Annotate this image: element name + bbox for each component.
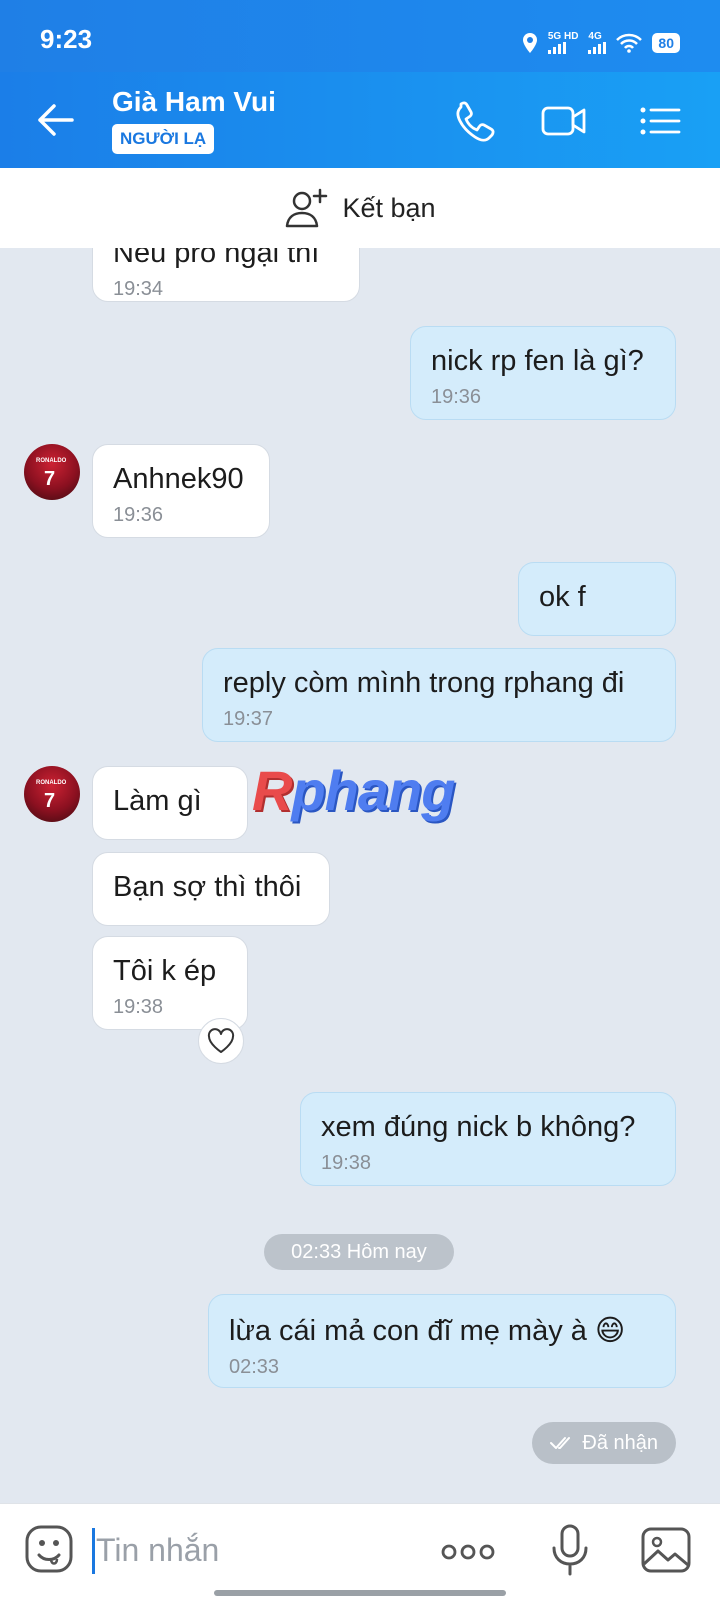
message-time: 19:36 <box>113 504 164 526</box>
emoji-icon[interactable] <box>24 1524 74 1574</box>
mic-icon[interactable] <box>548 1524 592 1576</box>
status-time: 9:23 <box>40 24 93 54</box>
add-friend-bar[interactable]: Kết bạn <box>0 168 720 248</box>
reaction-button[interactable] <box>198 1018 244 1064</box>
gallery-icon[interactable] <box>640 1526 692 1574</box>
chat-header: Già Ham Vui NGƯỜI LẠ <box>0 72 720 168</box>
phone-icon[interactable] <box>450 98 498 144</box>
message-time: 02:33 <box>229 1356 280 1378</box>
avatar[interactable]: RONALDO 7 <box>24 444 80 500</box>
signal-4g: 4G <box>588 32 607 54</box>
date-separator: 02:33 Hôm nay <box>264 1234 454 1270</box>
battery-indicator: 80 <box>652 33 680 53</box>
message-time: 19:34 <box>113 278 164 300</box>
message-time: 19:38 <box>321 1152 372 1174</box>
text-caret <box>92 1528 95 1574</box>
message-text: Anhnek90 <box>113 463 244 495</box>
avatar-number: 7 <box>44 468 56 490</box>
status-icons: 5G HD 4G 80 <box>522 28 680 58</box>
message-text: reply còm mình trong rphang đi <box>223 667 625 699</box>
message-bubble[interactable]: Anhnek90 19:36 <box>92 444 270 538</box>
watermark: Rphang <box>252 759 455 822</box>
message-bubble[interactable]: Bạn sợ thì thôi <box>92 852 330 926</box>
message-bubble[interactable]: Nếu pro ngại thì 19:34 <box>92 248 360 302</box>
wifi-icon <box>616 33 643 53</box>
message-text: ok f <box>539 581 586 613</box>
stranger-badge: NGƯỜI LẠ <box>112 124 215 154</box>
message-text: lừa cái mả con đĩ mẹ mày à 😄 <box>229 1315 626 1347</box>
message-input-bar: Tin nhắn <box>0 1503 720 1600</box>
signal-5g: 5G HD <box>547 32 578 54</box>
message-text: Tôi k ép <box>113 955 217 987</box>
add-friend-icon <box>286 188 328 228</box>
add-friend-label: Kết bạn <box>342 192 436 223</box>
double-check-icon <box>550 1437 571 1449</box>
message-text: nick rp fen là gì? <box>431 345 644 377</box>
delivery-status-label: Đã nhận <box>582 1431 658 1454</box>
message-bubble[interactable]: Làm gì <box>92 766 248 840</box>
message-bubble[interactable]: ok f <box>518 562 676 636</box>
avatar-number: 7 <box>44 790 56 812</box>
message-time: 19:37 <box>223 708 274 730</box>
video-call-icon[interactable] <box>540 98 588 144</box>
avatar-name: RONALDO <box>36 458 67 464</box>
back-arrow-icon[interactable] <box>34 98 78 142</box>
message-text: xem đúng nick b không? <box>321 1111 636 1143</box>
heart-icon <box>207 1028 235 1053</box>
avatar-name: RONALDO <box>36 780 67 786</box>
message-time: 19:36 <box>431 386 482 408</box>
message-text: Làm gì <box>113 785 202 817</box>
message-time: 19:38 <box>113 996 164 1018</box>
message-bubble[interactable]: lừa cái mả con đĩ mẹ mày à 😄 02:33 <box>208 1294 676 1388</box>
contact-name[interactable]: Già Ham Vui <box>112 86 276 118</box>
message-bubble[interactable]: nick rp fen là gì? 19:36 <box>410 326 676 420</box>
home-indicator[interactable] <box>214 1590 506 1596</box>
menu-list-icon[interactable] <box>636 98 684 144</box>
message-bubble[interactable]: reply còm mình trong rphang đi 19:37 <box>202 648 676 742</box>
message-text: Bạn sợ thì thôi <box>113 871 302 903</box>
message-bubble[interactable]: Tôi k ép 19:38 <box>92 936 248 1030</box>
more-icon[interactable] <box>440 1542 496 1562</box>
message-text: Nếu pro ngại thì <box>113 248 320 269</box>
status-bar: 9:23 5G HD 4G 80 <box>0 0 720 72</box>
delivery-status: Đã nhận <box>532 1422 676 1464</box>
location-icon <box>522 33 537 53</box>
message-bubble[interactable]: xem đúng nick b không? 19:38 <box>300 1092 676 1186</box>
avatar[interactable]: RONALDO 7 <box>24 766 80 822</box>
message-input[interactable]: Tin nhắn <box>96 1532 219 1569</box>
chat-area[interactable]: Nếu pro ngại thì 19:34 nick rp fen là gì… <box>0 248 720 1503</box>
